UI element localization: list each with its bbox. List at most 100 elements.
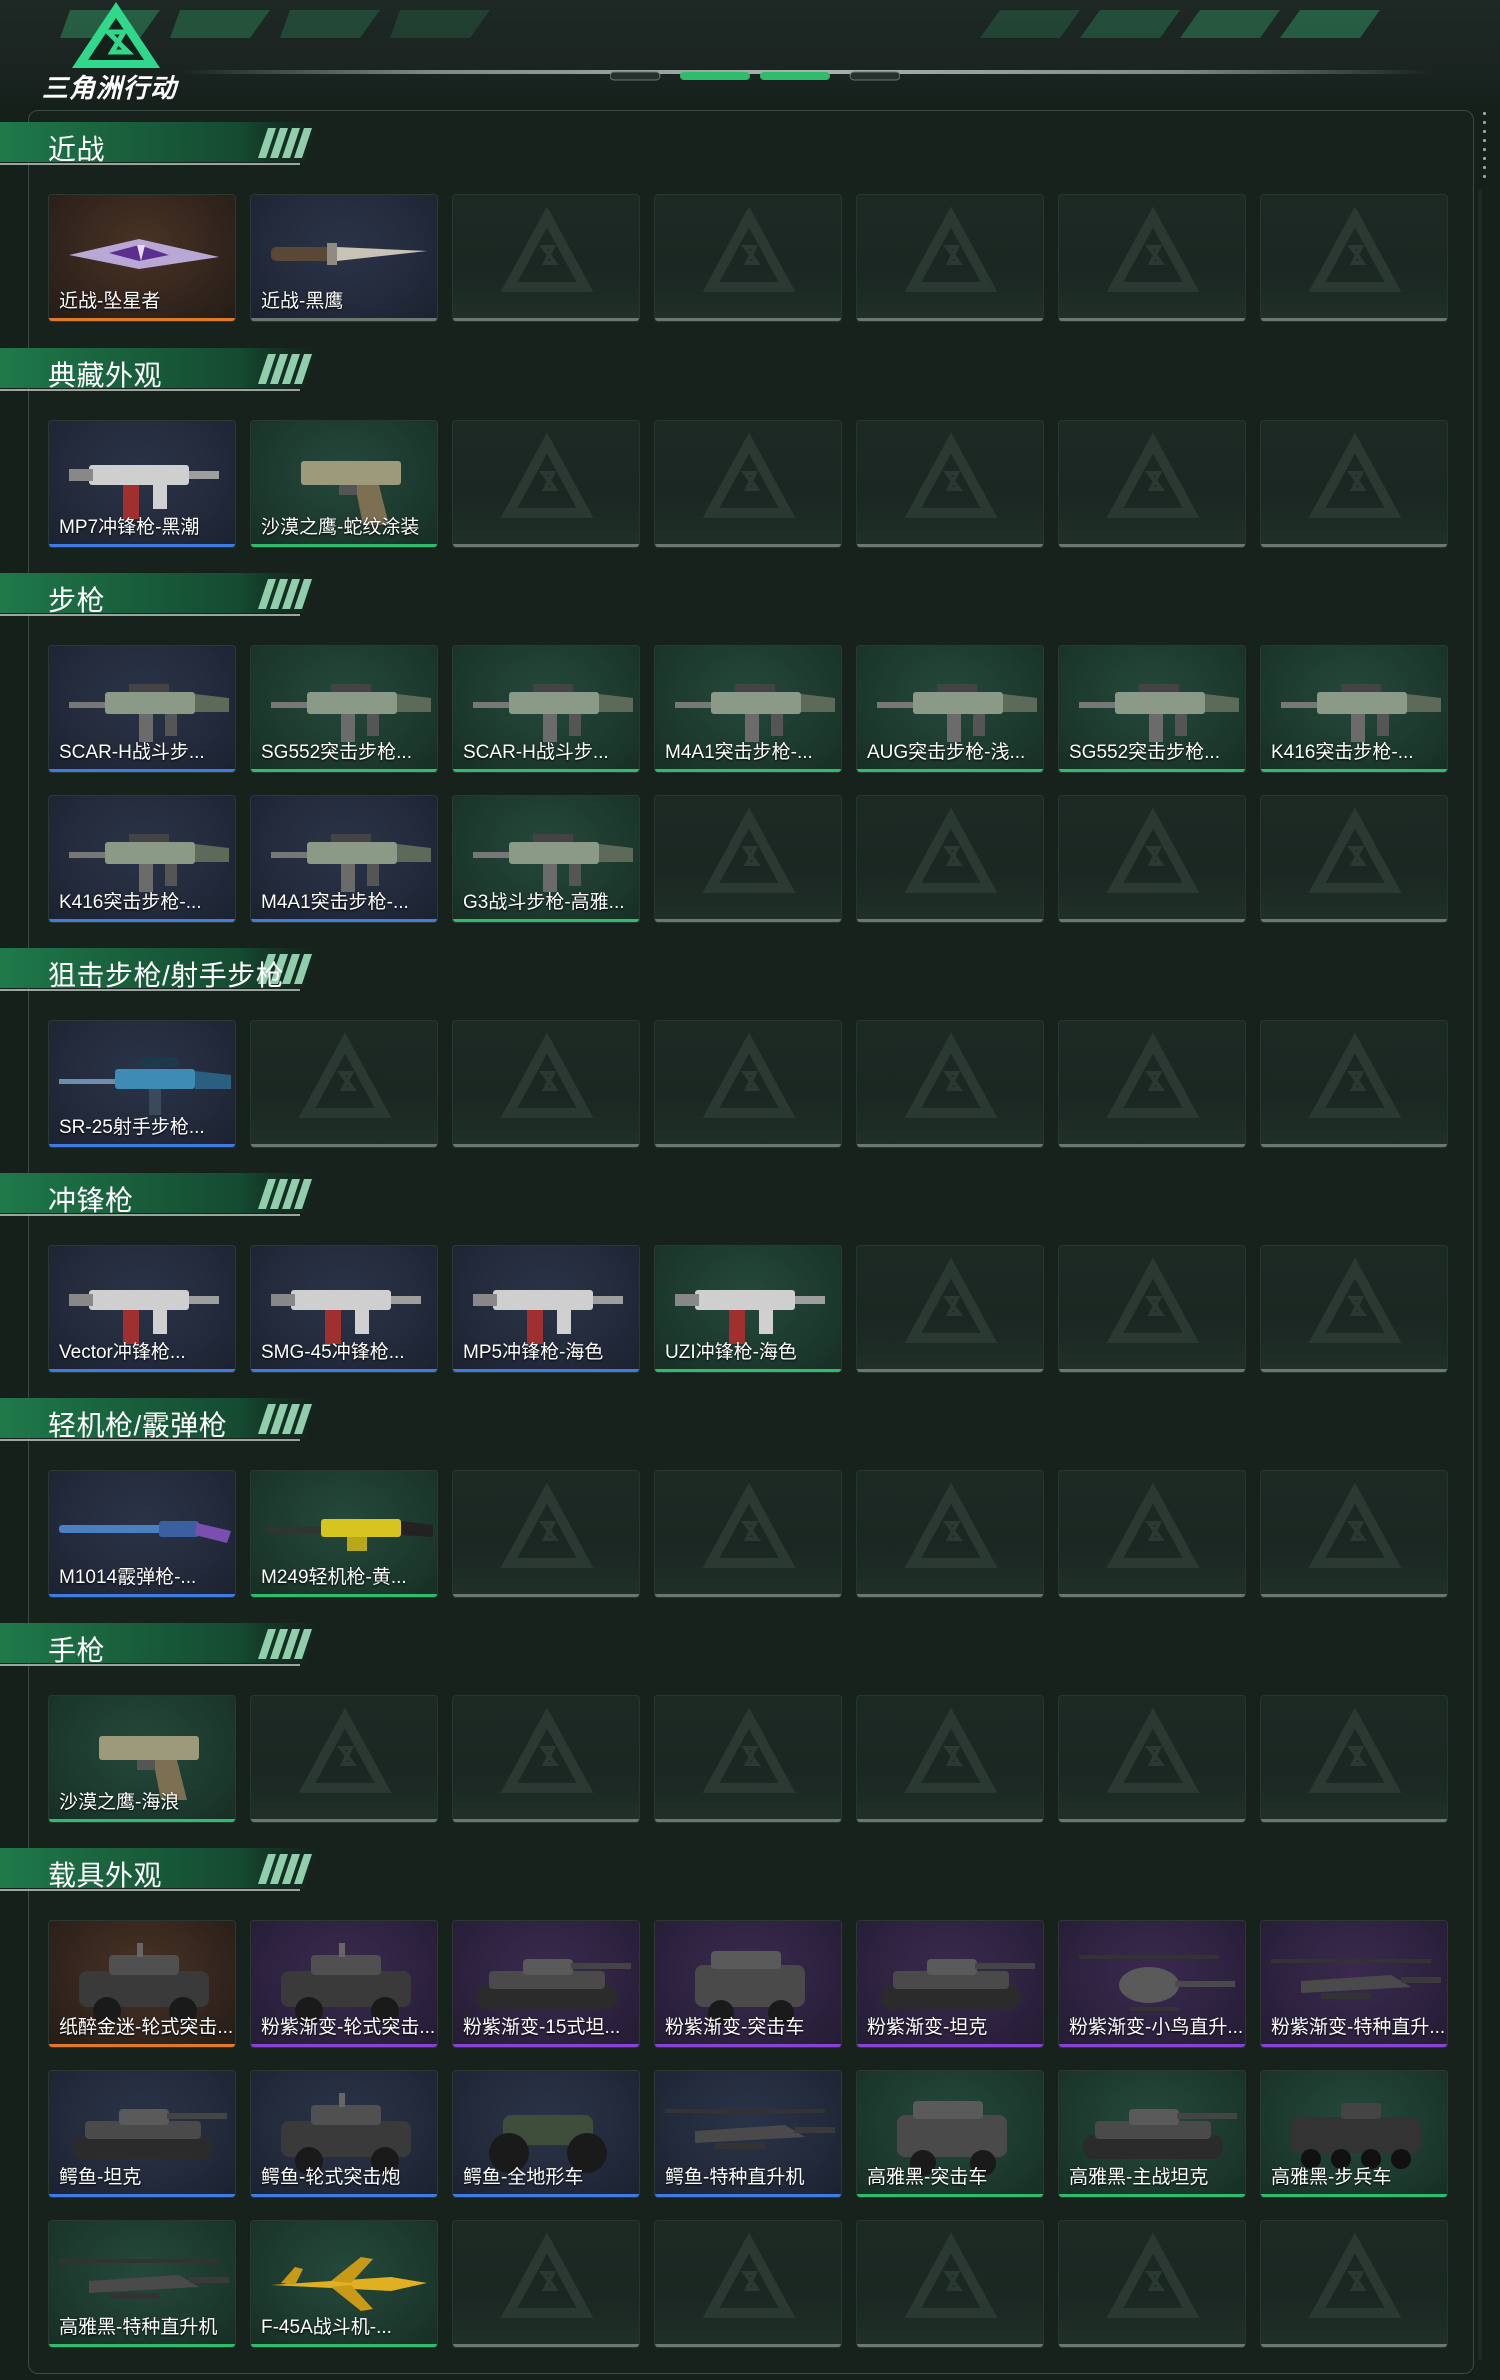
- empty-slot: [1260, 1245, 1448, 1373]
- collection-item[interactable]: 粉紫渐变-突击车: [654, 1920, 842, 2048]
- item-label: SG552突击步枪...: [1069, 742, 1220, 763]
- panel-menu-dots-icon[interactable]: [1482, 112, 1488, 182]
- collection-item[interactable]: SCAR-H战斗步...: [48, 645, 236, 773]
- rarity-underline: [251, 1594, 437, 1597]
- collection-item[interactable]: 纸醉金迷-轮式突击...: [48, 1920, 236, 2048]
- collection-item[interactable]: M4A1突击步枪-...: [654, 645, 842, 773]
- item-label: 沙漠之鹰-海浪: [59, 1792, 180, 1813]
- rarity-underline: [1261, 2194, 1447, 2197]
- empty-slot: [856, 1695, 1044, 1823]
- collection-item[interactable]: M4A1突击步枪-...: [250, 795, 438, 923]
- collection-item[interactable]: 鳄鱼-坦克: [48, 2070, 236, 2198]
- collection-item[interactable]: 粉紫渐变-小鸟直升...: [1058, 1920, 1246, 2048]
- placeholder-delta-icon: [1308, 1707, 1402, 1793]
- slot-underline: [655, 1144, 841, 1147]
- game-logo: 三角洲行动: [40, 2, 190, 103]
- collection-item[interactable]: F-45A战斗机-...: [250, 2220, 438, 2348]
- section-title: 狙击步枪/射手步枪: [48, 960, 285, 991]
- collection-item[interactable]: MP5冲锋枪-海色: [452, 1245, 640, 1373]
- rarity-underline: [49, 1144, 235, 1147]
- collection-item[interactable]: SR-25射手步枪...: [48, 1020, 236, 1148]
- rarity-underline: [1059, 769, 1245, 772]
- placeholder-delta-icon: [1308, 1482, 1402, 1568]
- collection-item[interactable]: 近战-黑鹰: [250, 194, 438, 322]
- rarity-underline: [251, 318, 437, 321]
- collection-item[interactable]: AUG突击步枪-浅...: [856, 645, 1044, 773]
- collection-item[interactable]: MP7冲锋枪-黑潮: [48, 420, 236, 548]
- placeholder-delta-icon: [1106, 1482, 1200, 1568]
- collection-item[interactable]: UZI冲锋枪-海色: [654, 1245, 842, 1373]
- collection-item[interactable]: 鳄鱼-全地形车: [452, 2070, 640, 2198]
- slot-underline: [1261, 1819, 1447, 1822]
- collection-item[interactable]: 鳄鱼-特种直升机: [654, 2070, 842, 2198]
- slot-underline: [453, 1819, 639, 1822]
- collection-item[interactable]: 高雅黑-突击车: [856, 2070, 1044, 2198]
- collection-item[interactable]: 高雅黑-特种直升机: [48, 2220, 236, 2348]
- slot-underline: [453, 2344, 639, 2347]
- slot-underline: [857, 1819, 1043, 1822]
- item-label: 粉紫渐变-坦克: [867, 2017, 988, 2038]
- collection-item[interactable]: 粉紫渐变-轮式突击...: [250, 1920, 438, 2048]
- empty-slot: [250, 1020, 438, 1148]
- item-label: 粉紫渐变-小鸟直升...: [1069, 2017, 1244, 2038]
- section-header: 冲锋枪: [0, 1169, 330, 1219]
- collection-item[interactable]: SMG-45冲锋枪...: [250, 1245, 438, 1373]
- collection-item[interactable]: K416突击步枪-...: [1260, 645, 1448, 773]
- scrollbar[interactable]: [1478, 190, 1482, 2360]
- empty-slot: [452, 194, 640, 322]
- placeholder-delta-icon: [500, 1707, 594, 1793]
- collection-item[interactable]: SG552突击步枪...: [1058, 645, 1246, 773]
- collection-item[interactable]: 高雅黑-步兵车: [1260, 2070, 1448, 2198]
- collection-item[interactable]: M249轻机枪-黄...: [250, 1470, 438, 1598]
- rarity-underline: [49, 919, 235, 922]
- item-label: K416突击步枪-...: [1271, 742, 1414, 763]
- item-label: SG552突击步枪...: [261, 742, 412, 763]
- empty-slot: [856, 2220, 1044, 2348]
- rarity-underline: [655, 1369, 841, 1372]
- empty-slot: [856, 1020, 1044, 1148]
- collection-item[interactable]: 沙漠之鹰-蛇纹涂装: [250, 420, 438, 548]
- empty-slot: [1260, 194, 1448, 322]
- placeholder-delta-icon: [1308, 1032, 1402, 1118]
- collection-item[interactable]: 鳄鱼-轮式突击炮: [250, 2070, 438, 2198]
- collection-item[interactable]: 粉紫渐变-坦克: [856, 1920, 1044, 2048]
- collection-item[interactable]: 近战-坠星者: [48, 194, 236, 322]
- collection-item[interactable]: 高雅黑-主战坦克: [1058, 2070, 1246, 2198]
- item-label: MP5冲锋枪-海色: [463, 1342, 604, 1363]
- empty-slot: [1058, 420, 1246, 548]
- slot-underline: [453, 1594, 639, 1597]
- rarity-underline: [1261, 769, 1447, 772]
- collection-item[interactable]: SCAR-H战斗步...: [452, 645, 640, 773]
- collection-item[interactable]: Vector冲锋枪...: [48, 1245, 236, 1373]
- collection-item[interactable]: 沙漠之鹰-海浪: [48, 1695, 236, 1823]
- empty-slot: [856, 1245, 1044, 1373]
- collection-item[interactable]: 粉紫渐变-特种直升...: [1260, 1920, 1448, 2048]
- collection-item[interactable]: K416突击步枪-...: [48, 795, 236, 923]
- empty-slot: [452, 1020, 640, 1148]
- empty-slot: [1260, 420, 1448, 548]
- rarity-underline: [655, 769, 841, 772]
- slot-underline: [1059, 1369, 1245, 1372]
- placeholder-delta-icon: [1308, 432, 1402, 518]
- rarity-underline: [49, 1594, 235, 1597]
- slot-underline: [453, 1144, 639, 1147]
- section-header: 近战: [0, 118, 330, 168]
- collection-item[interactable]: M1014霰弹枪-...: [48, 1470, 236, 1598]
- collection-item[interactable]: G3战斗步枪-高雅...: [452, 795, 640, 923]
- section-header: 狙击步枪/射手步枪: [0, 944, 330, 994]
- slot-underline: [655, 318, 841, 321]
- rarity-underline: [251, 919, 437, 922]
- item-label: 近战-黑鹰: [261, 291, 344, 312]
- placeholder-delta-icon: [904, 432, 998, 518]
- collection-item[interactable]: SG552突击步枪...: [250, 645, 438, 773]
- slot-underline: [655, 544, 841, 547]
- item-label: 鳄鱼-轮式突击炮: [261, 2167, 401, 2188]
- slot-underline: [655, 1594, 841, 1597]
- item-label: 高雅黑-主战坦克: [1069, 2167, 1209, 2188]
- collection-item[interactable]: 粉紫渐变-15式坦...: [452, 1920, 640, 2048]
- empty-slot: [250, 1695, 438, 1823]
- slot-underline: [1261, 2344, 1447, 2347]
- empty-slot: [654, 2220, 842, 2348]
- slot-underline: [857, 2344, 1043, 2347]
- rarity-underline: [655, 2194, 841, 2197]
